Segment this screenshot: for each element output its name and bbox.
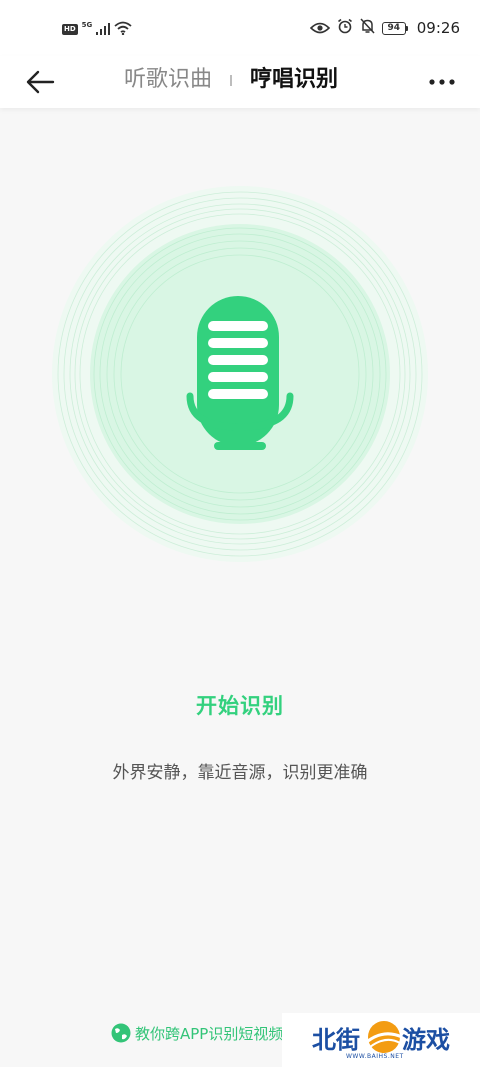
back-button[interactable] xyxy=(22,64,58,100)
network-type: 5G xyxy=(81,20,93,29)
status-bar: HD 5G 94 09:26 xyxy=(0,0,480,56)
tab-humming-recognition[interactable]: 哼唱识别 xyxy=(250,66,338,94)
microphone-ripple xyxy=(52,186,428,562)
watermark-logo-icon xyxy=(367,1021,403,1053)
arrow-left-icon xyxy=(26,70,55,94)
mute-bell-icon xyxy=(360,18,375,38)
eye-icon xyxy=(309,19,330,38)
battery-level: 94 xyxy=(381,21,406,35)
record-button[interactable] xyxy=(52,186,428,562)
signal-icon xyxy=(96,20,111,39)
top-navigation-bar: 听歌识曲 哼唱识别 xyxy=(0,56,480,108)
hd-badge: HD xyxy=(62,24,78,35)
start-recognition-label[interactable]: 开始识别 xyxy=(0,690,480,720)
more-dots-icon xyxy=(429,79,455,85)
tutorial-link[interactable]: 教你跨APP识别短视频 xyxy=(111,1022,296,1044)
watermark-url: WWW.BAIHS.NET xyxy=(346,1053,404,1060)
alarm-icon xyxy=(337,18,353,38)
tab-song-recognition[interactable]: 听歌识曲 xyxy=(124,66,212,94)
wifi-icon xyxy=(114,20,132,39)
tab-divider xyxy=(230,74,233,86)
battery-indicator: 94 xyxy=(381,21,408,35)
recognition-tip: 外界安静，靠近音源，识别更准确 xyxy=(112,763,368,783)
watermark-text-right: 游戏 xyxy=(402,1026,450,1054)
status-time: 09:26 xyxy=(416,19,460,37)
status-left-icons: HD 5G xyxy=(62,20,132,39)
globe-icon xyxy=(111,1023,131,1043)
watermark-text-left: 北街 xyxy=(312,1026,360,1054)
battery-tip xyxy=(405,25,408,31)
watermark: 北街 游戏 WWW.BAIHS.NET xyxy=(282,1013,480,1067)
recognition-tabs: 听歌识曲 哼唱识别 xyxy=(124,66,338,94)
more-button[interactable] xyxy=(428,64,456,100)
tutorial-link-text: 教你跨APP识别短视频 xyxy=(135,1024,284,1043)
status-right-icons: 94 09:26 xyxy=(309,18,460,38)
